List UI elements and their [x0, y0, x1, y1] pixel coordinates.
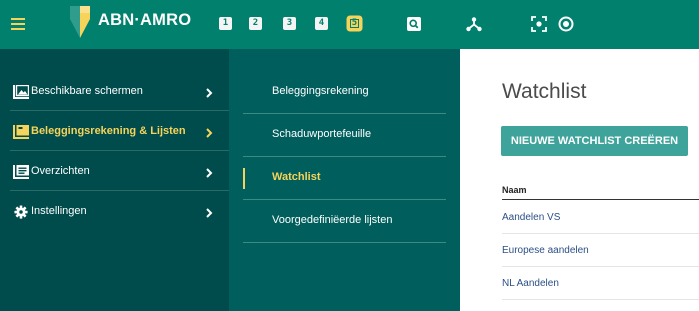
- header-divider: [502, 199, 699, 200]
- chevron-right-icon: [206, 88, 213, 98]
- menu-item-instellingen[interactable]: Instellingen: [0, 191, 229, 231]
- search-icon[interactable]: [404, 14, 424, 34]
- screen-5-button[interactable]: 5: [348, 17, 361, 30]
- submenu-item-beleggingsrekening[interactable]: Beleggingsrekening: [243, 71, 446, 114]
- menu-item-label: Beschikbare schermen: [31, 85, 143, 97]
- submenu-item-label: Voorgedefiniëerde lijsten: [272, 214, 393, 226]
- submenu-item-label: Schaduwportefeuille: [272, 128, 372, 140]
- focus-icon[interactable]: [529, 14, 549, 34]
- target-icon[interactable]: [556, 14, 576, 34]
- table-row[interactable]: NL Aandelen: [502, 267, 699, 300]
- top-bar: ABN·AMRO 1 2 3 4 5: [0, 0, 699, 49]
- menu-item-label: Overzichten: [31, 165, 90, 177]
- menu-item-beschikbare-schermen[interactable]: Beschikbare schermen: [0, 71, 229, 111]
- network-icon[interactable]: [464, 14, 484, 34]
- menu-item-label: Instellingen: [31, 205, 87, 217]
- chevron-right-icon: [206, 208, 213, 218]
- submenu-item-watchlist[interactable]: Watchlist: [243, 157, 446, 200]
- table-row[interactable]: Aandelen VS: [502, 201, 699, 234]
- watchlist-name[interactable]: Europese aandelen: [502, 245, 589, 256]
- screen-4-button[interactable]: 4: [315, 17, 328, 30]
- submenu-item-label: Beleggingsrekening: [272, 85, 369, 97]
- column-header-naam[interactable]: Naam: [502, 185, 527, 195]
- watchlist-name[interactable]: Aandelen VS: [502, 212, 560, 223]
- abn-amro-logo: ABN·AMRO: [67, 5, 195, 45]
- submenu-item-schaduwportefeuille[interactable]: Schaduwportefeuille: [243, 114, 446, 157]
- submenu: Beleggingsrekening Schaduwportefeuille W…: [229, 49, 460, 311]
- main-menu: Beschikbare schermen Beleggingsrekening …: [0, 49, 229, 311]
- page-title: Watchlist: [502, 80, 587, 103]
- active-marker: [243, 168, 245, 189]
- menu-item-overzichten[interactable]: Overzichten: [0, 151, 229, 191]
- hamburger-menu-icon[interactable]: [9, 16, 29, 32]
- divider: [243, 242, 446, 243]
- screen-3-button[interactable]: 3: [283, 17, 296, 30]
- screen-1-button[interactable]: 1: [219, 17, 232, 30]
- new-watchlist-button[interactable]: NIEUWE WATCHLIST CREËREN: [501, 126, 688, 156]
- watchlist-name[interactable]: NL Aandelen: [502, 278, 559, 289]
- table-row[interactable]: Europese aandelen: [502, 234, 699, 267]
- screen-2-button[interactable]: 2: [249, 17, 262, 30]
- chevron-right-icon: [206, 128, 213, 138]
- row-divider: [502, 299, 699, 300]
- menu-item-label: Beleggingsrekening & Lijsten: [31, 125, 186, 137]
- document-icon: [13, 165, 29, 179]
- gear-icon: [14, 205, 28, 219]
- chevron-right-icon: [206, 168, 213, 178]
- folders-icon: [13, 125, 29, 139]
- submenu-item-voorgedefinieerde-lijsten[interactable]: Voorgedefiniëerde lijsten: [243, 200, 446, 243]
- menu-item-beleggingsrekening-lijsten[interactable]: Beleggingsrekening & Lijsten: [0, 111, 229, 151]
- brand-name: ABN·AMRO: [98, 11, 192, 29]
- shield-logo-icon: [70, 6, 90, 38]
- main-content: Watchlist NIEUWE WATCHLIST CREËREN Naam …: [460, 49, 699, 311]
- submenu-item-label: Watchlist: [272, 171, 321, 183]
- screens-icon: [13, 85, 29, 99]
